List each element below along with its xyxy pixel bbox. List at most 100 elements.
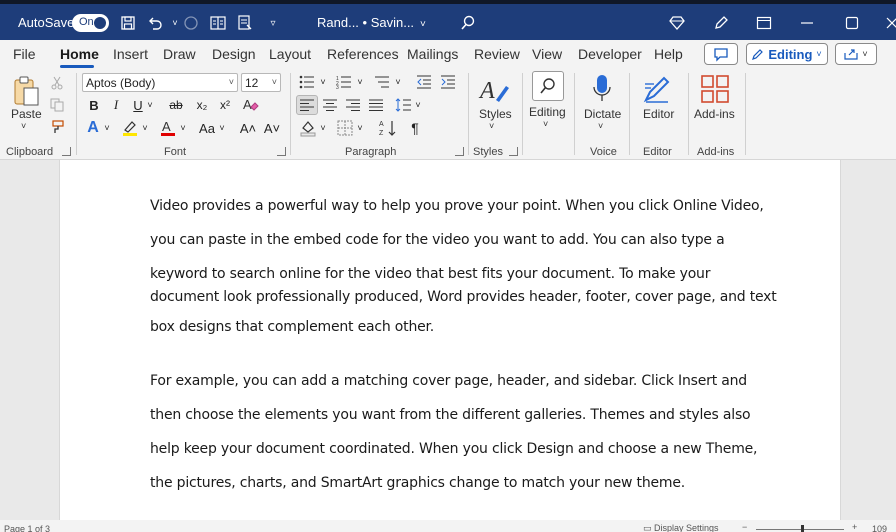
clear-formatting-icon[interactable]: A [241,96,261,114]
save-icon[interactable] [118,13,138,33]
paragraph-line[interactable]: then choose the elements you want from t… [150,407,751,423]
diamond-icon[interactable] [667,13,687,33]
zoom-out-icon[interactable]: − [742,522,747,532]
subscript-button[interactable]: x₂ [193,96,211,114]
multilevel-list-icon[interactable] [373,74,391,90]
document-page[interactable] [59,160,841,522]
paragraph-line[interactable]: keyword to search online for the video t… [150,266,710,282]
paste-icon[interactable] [8,75,44,107]
align-center-icon[interactable] [321,96,339,114]
editing-mode-button[interactable]: Editing ˅ [746,43,828,65]
find-icon[interactable] [532,71,564,101]
highlight-icon[interactable] [120,119,140,137]
underline-chevron-icon[interactable]: ˅ [145,96,155,114]
zoom-in-icon[interactable]: + [852,522,857,532]
tab-developer[interactable]: Developer [578,46,642,62]
share-button[interactable]: ˅ [835,43,877,65]
change-case-chevron-icon[interactable]: ˅ [217,119,227,137]
text-effects-chevron-icon[interactable]: ˅ [102,119,112,137]
display-settings-button[interactable]: ▭ Display Settings [643,523,719,532]
line-spacing-icon[interactable] [394,96,412,114]
text-effects-button[interactable]: A [84,119,102,137]
shading-icon[interactable] [298,119,318,137]
show-formatting-button[interactable]: ¶ [406,119,424,137]
bullets-icon[interactable] [298,74,316,90]
dictate-chevron-icon[interactable]: ˅ [598,121,603,131]
borders-icon[interactable] [335,119,355,137]
paste-chevron-icon[interactable]: ˅ [21,121,26,131]
layout-icon[interactable] [208,13,228,33]
tab-home[interactable]: Home [60,46,99,62]
autosave-toggle[interactable]: On [72,14,109,32]
editor-icon[interactable] [641,73,673,105]
minimize-icon[interactable] [797,13,817,33]
editing-label[interactable]: Editing [529,105,566,119]
tab-mailings[interactable]: Mailings [407,46,458,62]
paragraph-line[interactable]: Video provides a powerful way to help yo… [150,198,764,214]
bold-button[interactable]: B [86,96,102,114]
strikethrough-button[interactable]: ab [167,96,185,114]
paste-label[interactable]: Paste [11,107,42,121]
tab-design[interactable]: Design [212,46,256,62]
zoom-slider[interactable] [756,529,844,530]
search-icon[interactable] [458,13,478,33]
change-case-button[interactable]: Aa [196,119,218,137]
tab-file[interactable]: File [13,46,36,62]
underline-button[interactable]: U [130,96,146,114]
numbering-icon[interactable]: 123 [335,74,353,90]
justify-icon[interactable] [367,96,385,114]
paragraph-line[interactable]: you can paste in the embed code for the … [150,232,725,248]
tab-layout[interactable]: Layout [269,46,311,62]
font-color-chevron-icon[interactable]: ˅ [178,119,188,137]
tab-view[interactable]: View [532,46,562,62]
tab-draw[interactable]: Draw [163,46,196,62]
restore-icon[interactable] [754,13,774,33]
pen-icon[interactable] [711,13,731,33]
styles-launcher-icon[interactable] [509,147,518,156]
paragraph-line[interactable]: help keep your document coordinated. Whe… [150,441,758,457]
styles-chevron-icon[interactable]: ˅ [489,121,494,131]
paragraph-line[interactable]: box designs that complement each other. [150,319,434,335]
add-ins-label[interactable]: Add-ins [694,107,735,121]
shrink-font-button[interactable]: A˅ [262,119,282,137]
comments-button[interactable] [704,43,738,65]
tab-insert[interactable]: Insert [113,46,148,62]
superscript-button[interactable]: x² [216,96,234,114]
font-size-combo[interactable]: 12 ˅ [241,73,281,92]
multilevel-chevron-icon[interactable]: ˅ [393,74,403,90]
paragraph-line[interactable]: the pictures, charts, and SmartArt graph… [150,475,685,491]
doc-icon[interactable] [235,13,255,33]
align-right-icon[interactable] [344,96,362,114]
close-icon[interactable] [882,13,896,33]
styles-gallery-icon[interactable]: A [476,73,512,107]
zoom-level[interactable]: 109 [872,524,887,532]
borders-chevron-icon[interactable]: ˅ [355,119,365,137]
microphone-icon[interactable] [588,73,616,105]
align-left-icon[interactable] [296,95,318,115]
tab-references[interactable]: References [327,46,399,62]
undo-icon[interactable] [145,13,165,33]
format-painter-icon[interactable] [48,119,66,135]
decrease-indent-icon[interactable] [415,74,433,90]
maximize-icon[interactable] [842,13,862,33]
editor-label[interactable]: Editor [643,107,674,121]
zoom-slider-handle[interactable] [801,525,804,532]
bullets-chevron-icon[interactable]: ˅ [318,74,328,90]
paragraph-line[interactable]: For example, you can add a matching cove… [150,373,747,389]
font-color-icon[interactable]: A [158,119,178,137]
sort-icon[interactable]: AZ [378,119,398,137]
add-ins-icon[interactable] [700,73,730,105]
paragraph-line[interactable]: document look professionally produced, W… [150,289,777,305]
font-launcher-icon[interactable] [277,147,286,156]
page-count[interactable]: Page 1 of 3 [4,524,50,532]
editing-chevron-icon[interactable]: ˅ [543,119,548,129]
tab-help[interactable]: Help [654,46,683,62]
highlight-chevron-icon[interactable]: ˅ [140,119,150,137]
paragraph-launcher-icon[interactable] [455,147,464,156]
italic-button[interactable]: I [108,96,124,114]
clipboard-launcher-icon[interactable] [62,147,71,156]
font-name-combo[interactable]: Aptos (Body) ˅ [82,73,238,92]
line-spacing-chevron-icon[interactable]: ˅ [413,96,423,114]
dictate-label[interactable]: Dictate [584,107,621,121]
numbering-chevron-icon[interactable]: ˅ [355,74,365,90]
